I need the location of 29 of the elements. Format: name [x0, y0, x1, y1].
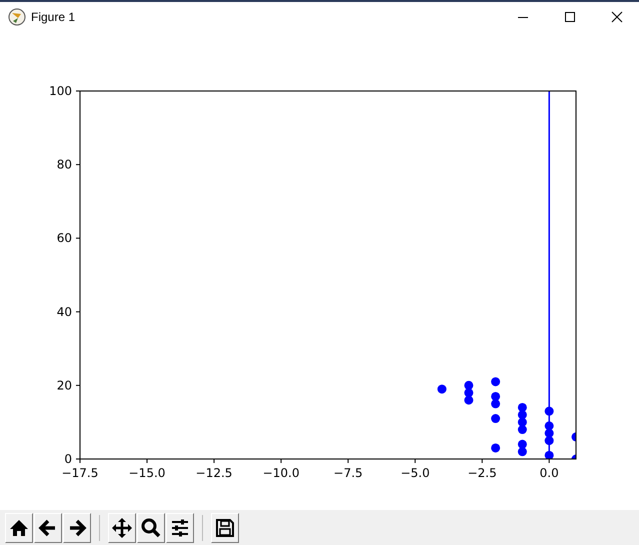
y-tick-label: 80 [56, 158, 72, 172]
y-tick-label: 40 [56, 304, 72, 319]
move-icon [111, 516, 133, 538]
save-button[interactable] [211, 512, 239, 542]
x-tick-label: −7.5 [334, 466, 363, 480]
maximize-icon[interactable] [564, 11, 576, 23]
sliders-icon [169, 516, 191, 538]
x-tick-label: −17.5 [62, 466, 98, 480]
x-tick-label: 0.0 [540, 466, 559, 480]
x-tick-label: −5.0 [400, 466, 430, 480]
save-icon [214, 516, 236, 538]
x-tick-label: −12.5 [196, 466, 232, 480]
configure-button[interactable] [166, 512, 194, 542]
y-tick-label: 0 [64, 452, 72, 466]
zoom-icon [140, 516, 162, 538]
window-title: Figure 1 [31, 10, 76, 24]
y-tick-label: 60 [56, 231, 72, 246]
y-tick-label: 20 [56, 378, 72, 392]
y-tick-label: 100 [49, 84, 72, 98]
x-tick-label: −15.0 [128, 466, 166, 480]
x-tick-label: −2.5 [468, 466, 497, 480]
x-tick-label: −10.0 [262, 466, 300, 480]
app-icon [8, 8, 26, 26]
close-icon[interactable] [611, 11, 623, 23]
back-button[interactable] [34, 512, 62, 542]
zoom-button[interactable] [137, 512, 165, 542]
home-button[interactable] [5, 512, 33, 542]
pan-button[interactable] [108, 512, 136, 542]
forward-button[interactable] [63, 512, 91, 542]
